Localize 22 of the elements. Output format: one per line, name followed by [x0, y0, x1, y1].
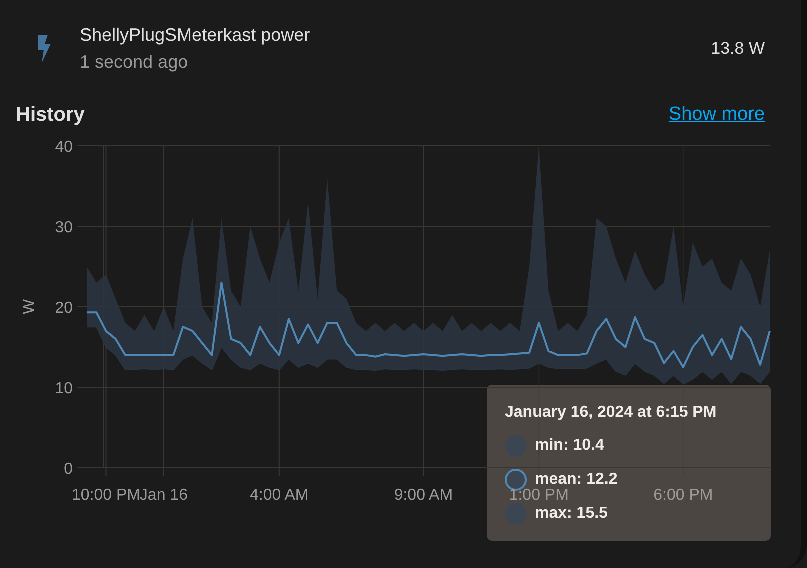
- tooltip-value: mean: 12.2: [535, 470, 618, 488]
- lightning-icon: [36, 35, 52, 63]
- y-tick-label: 10: [55, 380, 73, 398]
- y-tick-label: 0: [64, 461, 73, 478]
- x-tick-label: 4:00 AM: [250, 487, 309, 504]
- last-changed-text: 1 second ago: [80, 51, 190, 74]
- x-tick-label: 9:00 AM: [394, 487, 454, 504]
- entity-name: ShellyPlugSMeterkast power: [80, 24, 312, 47]
- tooltip-value: min: 10.4: [535, 436, 604, 456]
- x-tick-label: 1:00 PM: [509, 487, 569, 504]
- y-tick-label: 20: [55, 300, 73, 317]
- show-more-link[interactable]: Show more: [668, 100, 765, 130]
- section-title: History: [16, 103, 85, 128]
- state-value: 13.8 W: [711, 38, 765, 60]
- x-tick-label: Jan 16: [140, 487, 188, 504]
- x-tick-label: 10:00 PM: [72, 487, 140, 504]
- tooltip-title: January 16, 2024 at 6:15 PM: [505, 403, 718, 423]
- tooltip-value: max: 15.5: [535, 504, 608, 524]
- y-axis-label: W: [21, 299, 38, 315]
- y-tick-label: 30: [55, 220, 73, 236]
- y-tick-label: 40: [55, 139, 73, 156]
- x-tick-label: 6:00 PM: [654, 487, 714, 504]
